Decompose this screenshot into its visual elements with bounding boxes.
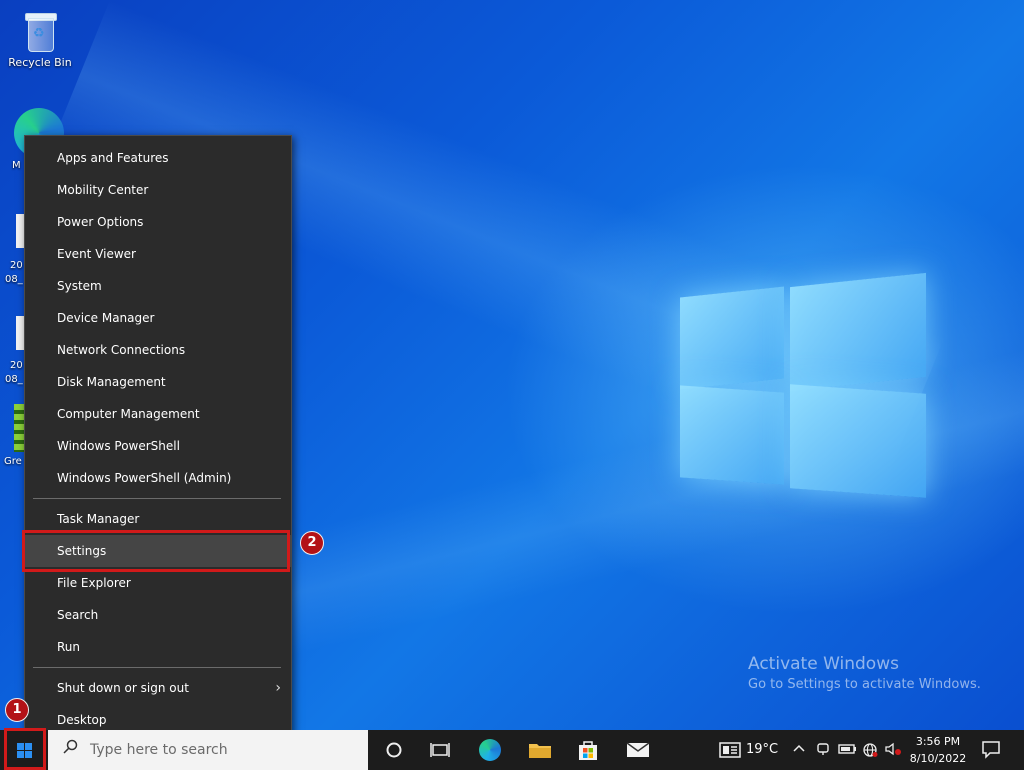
- menu-item-windows-powershell[interactable]: Windows PowerShell: [25, 430, 291, 462]
- desktop-icon-label-fragment: 20: [10, 360, 23, 371]
- chevron-up-icon[interactable]: [792, 742, 806, 758]
- taskbar-search-box[interactable]: Type here to search: [48, 730, 368, 770]
- menu-separator: [33, 498, 281, 499]
- menu-item-apps-and-features[interactable]: Apps and Features: [25, 142, 291, 174]
- menu-item-run[interactable]: Run: [25, 631, 291, 663]
- menu-item-label: Shut down or sign out: [57, 681, 189, 695]
- search-placeholder: Type here to search: [90, 742, 228, 758]
- desktop-icon-label-fragment: 08_: [5, 274, 23, 285]
- menu-item-disk-management[interactable]: Disk Management: [25, 366, 291, 398]
- taskbar-clock[interactable]: 3:56 PM 8/10/2022: [906, 733, 970, 767]
- meet-now-icon[interactable]: [816, 742, 830, 760]
- logo-pane: [790, 384, 926, 498]
- watermark-subtitle: Go to Settings to activate Windows.: [748, 677, 981, 692]
- highlight-box-settings: [22, 530, 290, 572]
- weather-temperature[interactable]: 19°C: [746, 742, 778, 757]
- logo-pane: [680, 385, 784, 485]
- mail-icon[interactable]: [616, 730, 660, 770]
- menu-item-network-connections[interactable]: Network Connections: [25, 334, 291, 366]
- watermark-title: Activate Windows: [748, 654, 899, 674]
- recycle-bin-icon: ♻: [23, 10, 57, 52]
- desktop-icon-label-fragment: Gre: [4, 456, 22, 467]
- desktop-icon-recycle-bin[interactable]: ♻ Recycle Bin: [6, 10, 74, 69]
- menu-item-search[interactable]: Search: [25, 599, 291, 631]
- taskbar: Type here to search 19°C 3:56 PM 8/10/20…: [0, 730, 1024, 770]
- power-user-menu: Apps and Features Mobility Center Power …: [24, 135, 292, 745]
- menu-item-computer-management[interactable]: Computer Management: [25, 398, 291, 430]
- logo-pane: [680, 286, 784, 390]
- network-icon[interactable]: [862, 742, 878, 762]
- action-center-icon[interactable]: [980, 738, 1004, 762]
- menu-separator: [33, 667, 281, 668]
- menu-item-windows-powershell-admin[interactable]: Windows PowerShell (Admin): [25, 462, 291, 494]
- chevron-right-icon: ›: [275, 680, 281, 696]
- microsoft-store-icon[interactable]: [566, 730, 610, 770]
- step-badge-1: 1: [5, 698, 29, 722]
- logo-pane: [790, 272, 926, 392]
- menu-item-power-options[interactable]: Power Options: [25, 206, 291, 238]
- menu-item-shut-down-or-sign-out[interactable]: Shut down or sign out ›: [25, 672, 291, 704]
- volume-muted-icon[interactable]: [884, 742, 902, 760]
- clock-time: 3:56 PM: [915, 735, 961, 748]
- highlight-box-start-button: [4, 728, 46, 770]
- task-view-icon[interactable]: [418, 730, 462, 770]
- battery-icon[interactable]: [838, 742, 858, 760]
- desktop-icon-label-fragment: 08_: [5, 374, 23, 385]
- menu-item-mobility-center[interactable]: Mobility Center: [25, 174, 291, 206]
- desktop-icon-label-fragment: 20: [10, 260, 23, 271]
- menu-item-system[interactable]: System: [25, 270, 291, 302]
- activate-windows-watermark: Activate Windows Go to Settings to activ…: [748, 654, 981, 692]
- file-explorer-icon[interactable]: [518, 730, 562, 770]
- edge-icon[interactable]: [468, 730, 512, 770]
- desktop-icon-label-fragment: M: [12, 160, 21, 171]
- menu-item-device-manager[interactable]: Device Manager: [25, 302, 291, 334]
- search-icon: [63, 739, 78, 754]
- step-badge-2: 2: [300, 531, 324, 555]
- desktop-icon-label: Recycle Bin: [8, 56, 72, 69]
- cortana-icon[interactable]: [372, 730, 416, 770]
- menu-item-event-viewer[interactable]: Event Viewer: [25, 238, 291, 270]
- clock-date: 8/10/2022: [909, 752, 967, 765]
- windows-logo-wallpaper: [680, 262, 926, 514]
